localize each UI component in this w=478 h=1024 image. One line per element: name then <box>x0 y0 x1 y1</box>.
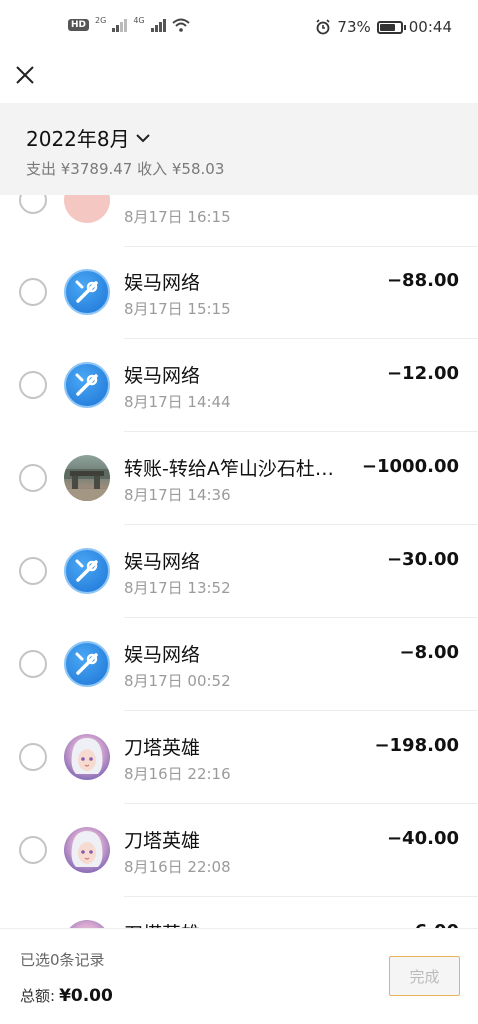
status-bar: HD 2G 4G 73% 00:44 <box>0 0 478 56</box>
transaction-time: 8月17日 15:15 <box>124 300 231 318</box>
select-checkbox[interactable] <box>19 743 47 771</box>
transaction-row[interactable]: 刀塔英雄 8月16日 22:16 −198.00 <box>0 711 478 804</box>
photo-avatar <box>64 455 110 501</box>
transaction-row[interactable]: 娱马网络 8月17日 15:15 −88.00 <box>0 246 478 339</box>
status-right: 73% 00:44 <box>315 18 452 36</box>
transaction-name: 刀塔英雄 <box>124 830 201 852</box>
signal-icon <box>112 18 128 32</box>
select-checkbox[interactable] <box>19 278 47 306</box>
tools-icon <box>64 269 110 315</box>
done-button[interactable]: 完成 <box>389 956 460 996</box>
transaction-amount: −40.00 <box>386 828 459 849</box>
transaction-name: 转账-转给A笮山沙石杜… <box>124 458 334 480</box>
transaction-name: 娱马网络 <box>124 644 201 666</box>
month-label: 2022年8月 <box>26 127 130 151</box>
wifi-icon <box>171 18 190 32</box>
total-label: 总额: <box>20 987 56 1005</box>
close-icon <box>16 66 34 84</box>
transaction-row[interactable]: 娱马网络 8月17日 13:52 −30.00 <box>0 525 478 618</box>
tools-icon <box>64 362 110 408</box>
select-checkbox[interactable] <box>19 650 47 678</box>
transaction-name: 娱马网络 <box>124 551 201 573</box>
select-checkbox[interactable] <box>19 371 47 399</box>
hd-badge: HD <box>68 19 90 31</box>
transaction-time: 8月16日 22:08 <box>124 858 231 876</box>
select-checkbox[interactable] <box>19 557 47 585</box>
transaction-time: 8月17日 14:36 <box>124 486 231 504</box>
month-selector[interactable]: 2022年8月 <box>26 123 150 152</box>
transaction-time: 8月17日 13:52 <box>124 579 231 597</box>
transaction-name: 娱马网络 <box>124 272 201 294</box>
battery-icon <box>376 20 406 34</box>
game-hero-icon <box>64 827 110 873</box>
transaction-row[interactable]: 刀塔英雄 8月16日 22:08 −40.00 <box>0 804 478 897</box>
select-checkbox[interactable] <box>19 464 47 492</box>
tools-icon <box>64 548 110 594</box>
month-header: 2022年8月 支出 ¥3789.47 收入 ¥58.03 <box>0 103 478 195</box>
transaction-time: 8月17日 00:52 <box>124 672 231 690</box>
select-checkbox[interactable] <box>19 836 47 864</box>
tools-icon <box>64 641 110 687</box>
total-value: ¥0.00 <box>59 986 113 1006</box>
network-type-2: 4G <box>133 15 145 25</box>
transaction-amount: −12.00 <box>386 363 459 384</box>
network-indicators: HD 2G 4G <box>68 15 190 32</box>
transaction-amount: −1000.00 <box>361 456 459 477</box>
transaction-amount: −30.00 <box>386 549 459 570</box>
transaction-amount: −88.00 <box>386 270 459 291</box>
chevron-down-icon <box>135 133 150 142</box>
game-hero-icon <box>64 734 110 780</box>
transaction-amount: −198.00 <box>374 735 459 756</box>
bottom-bar: 已选0条记录 总额: ¥0.00 完成 <box>0 928 478 1024</box>
network-type-1: 2G <box>95 15 107 25</box>
transaction-time: 8月17日 14:44 <box>124 393 231 411</box>
transaction-row[interactable]: 娱马网络 8月17日 14:44 −12.00 <box>0 339 478 432</box>
total: 总额: ¥0.00 <box>20 985 113 1006</box>
clock: 00:44 <box>408 18 452 36</box>
battery-percent: 73% <box>337 18 371 36</box>
month-summary: 支出 ¥3789.47 收入 ¥58.03 <box>26 160 225 178</box>
transaction-amount: −8.00 <box>399 642 460 663</box>
alarm-icon <box>316 19 330 35</box>
transaction-time: 8月16日 22:16 <box>124 765 231 783</box>
transaction-name: 刀塔英雄 <box>124 737 201 759</box>
transaction-time: 8月17日 16:15 <box>124 208 231 226</box>
transaction-row[interactable]: 转账-转给A笮山沙石杜… 8月17日 14:36 −1000.00 <box>0 432 478 525</box>
selected-count: 已选0条记录 <box>20 951 105 969</box>
signal-icon <box>150 18 166 32</box>
close-button[interactable] <box>12 62 38 88</box>
transaction-name: 娱马网络 <box>124 365 201 387</box>
transaction-row[interactable]: 娱马网络 8月17日 00:52 −8.00 <box>0 618 478 711</box>
